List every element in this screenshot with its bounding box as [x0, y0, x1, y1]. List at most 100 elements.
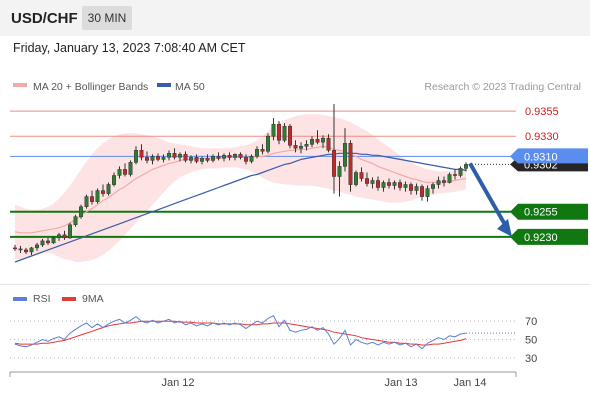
candle-body — [447, 174, 452, 183]
candle-body — [46, 240, 50, 244]
candle-body — [13, 247, 17, 250]
candle-body — [194, 157, 199, 162]
candle-body — [233, 154, 237, 158]
candle-body — [453, 174, 457, 176]
candle-body — [266, 135, 270, 152]
pivot-label-top: 0.9310 — [524, 151, 558, 163]
price-chart[interactable]: MA 20 + Bollinger Bands MA 50 Research ©… — [0, 0, 590, 400]
candle-body — [172, 153, 177, 158]
candle-body — [288, 125, 292, 146]
x-tick-label: Jan 14 — [453, 377, 486, 389]
candle-body — [90, 196, 94, 202]
candle-body — [51, 237, 56, 244]
candle-body — [354, 172, 358, 185]
candle-body — [310, 139, 314, 145]
candle-body — [139, 150, 144, 158]
candle-body — [370, 180, 375, 184]
candle-body — [123, 169, 127, 175]
candle-body — [145, 157, 149, 161]
candle-body — [282, 125, 287, 141]
candle-body — [304, 144, 309, 147]
rsi-pane: 70 50 30 — [10, 315, 537, 365]
legend-rsi-ma-label: 9MA — [82, 293, 104, 305]
candle-body — [200, 158, 204, 162]
candle-body — [112, 175, 116, 185]
legend-ma20-swatch — [13, 83, 27, 87]
candle-body — [238, 154, 243, 158]
candle-body — [376, 180, 380, 188]
candle-body — [35, 244, 39, 249]
candle-body — [365, 178, 369, 184]
candle-body — [227, 155, 232, 158]
rsi-line — [14, 315, 467, 350]
rsi-tick-label: 70 — [525, 316, 537, 328]
candle-body — [381, 182, 386, 188]
legend-rsi-swatch — [13, 297, 27, 301]
candle-body — [326, 137, 331, 151]
candle-body — [24, 249, 28, 253]
credit-text: Research © 2023 Trading Central — [424, 81, 581, 93]
candle-body — [255, 149, 259, 157]
candle-body — [222, 155, 226, 159]
candle-body — [277, 123, 281, 141]
rsi-tick-label: 30 — [525, 353, 537, 365]
candle-body — [167, 153, 171, 158]
x-tick-label: Jan 12 — [161, 377, 194, 389]
candle-body — [403, 184, 408, 188]
candle-body — [161, 157, 166, 160]
candle-body — [442, 180, 446, 183]
candle-body — [73, 216, 78, 225]
candle-body — [458, 168, 463, 176]
forecast-arrow-shaft — [468, 162, 510, 231]
candle-body — [343, 143, 347, 167]
candle-body — [387, 182, 391, 186]
candle-body — [29, 247, 34, 253]
candle-body — [216, 156, 221, 159]
candle-body — [315, 139, 320, 143]
candle-body — [260, 149, 265, 152]
candle-body — [436, 180, 441, 185]
candle-body — [321, 137, 325, 143]
legend-rsi-label: RSI — [33, 293, 51, 305]
legend-rsi-ma-swatch — [62, 297, 76, 301]
candle-body — [431, 184, 435, 189]
candle-body — [62, 234, 67, 239]
legend-ma50-swatch — [157, 83, 171, 87]
candle-body — [128, 162, 133, 175]
level-label-support: 0.9255 — [524, 207, 558, 219]
forecast-arrow — [468, 162, 512, 237]
candle-body — [18, 248, 23, 251]
candle-body — [348, 143, 353, 185]
candle-body — [392, 182, 397, 186]
candle-body — [425, 188, 430, 197]
candle-body — [95, 190, 100, 202]
candle-body — [205, 158, 210, 161]
candle-body — [79, 206, 83, 218]
candle-body — [106, 184, 111, 194]
x-axis: Jan 12 Jan 13 Jan 14 — [9, 371, 517, 389]
legend-ma50-label: MA 50 — [175, 81, 205, 93]
candle-body — [299, 146, 303, 149]
candle-body — [211, 156, 215, 161]
candle-body — [409, 184, 413, 191]
candle-body — [178, 154, 182, 158]
candle-body — [156, 156, 160, 160]
candle-body — [464, 164, 468, 169]
candle-body — [57, 234, 61, 239]
candle-body — [101, 190, 105, 194]
candle-body — [117, 169, 122, 176]
legend-ma20-label: MA 20 + Bollinger Bands — [33, 81, 148, 93]
candle-body — [398, 182, 402, 188]
candle-body — [332, 150, 336, 177]
candle-body — [84, 196, 89, 207]
level-label-support: 0.9230 — [524, 232, 558, 244]
candle-body — [271, 123, 276, 137]
candle-body — [414, 186, 419, 191]
candle-body — [183, 154, 188, 161]
candle-body — [40, 240, 45, 246]
candle-body — [68, 224, 72, 239]
x-tick-label: Jan 13 — [384, 377, 417, 389]
candle-body — [420, 186, 424, 197]
candle-body — [150, 156, 155, 161]
candle-body — [359, 172, 364, 179]
